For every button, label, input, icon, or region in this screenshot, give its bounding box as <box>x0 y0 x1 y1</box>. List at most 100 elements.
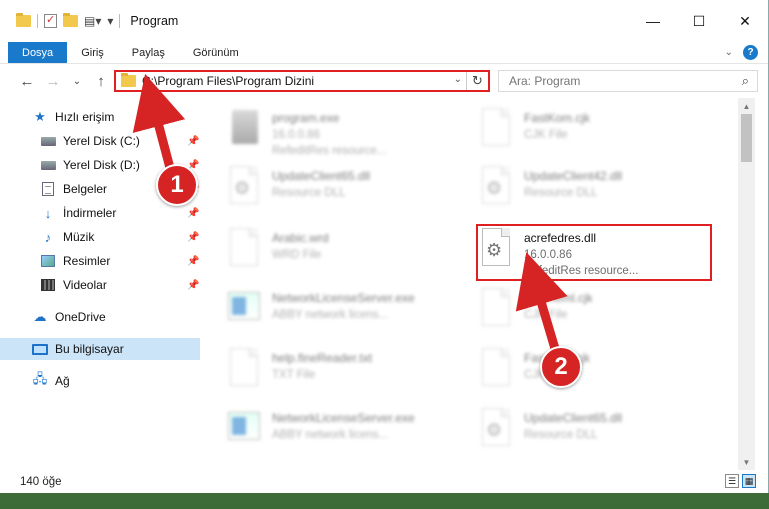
file-item[interactable]: FastKeml.cjk CJK File <box>474 286 724 342</box>
pin-icon[interactable]: 📌 <box>187 280 199 291</box>
minimize-icon[interactable]: — <box>630 0 676 42</box>
sidebar-item-network[interactable]: 🖧 Ağ <box>0 370 200 392</box>
view-switcher: ☰ ▦ <box>725 474 756 488</box>
music-icon: ♪ <box>44 229 52 245</box>
back-arrow-icon[interactable]: ← <box>16 73 38 90</box>
sidebar-item-onedrive[interactable]: ☁ OneDrive <box>0 306 200 328</box>
pin-icon[interactable]: 📌 <box>187 208 199 219</box>
sidebar-item-quick-access[interactable]: ★ Hızlı erişim <box>0 106 200 128</box>
search-icon[interactable]: ⌕ <box>742 73 749 89</box>
pin-icon[interactable]: 📌 <box>187 232 199 243</box>
sidebar-item-label: Hızlı erişim <box>55 110 115 124</box>
file-item[interactable]: Arabic.wrd WRD File <box>222 226 472 282</box>
cloud-icon: ☁ <box>33 309 47 324</box>
pictures-icon <box>40 254 56 268</box>
sidebar-item-label: Ağ <box>55 374 70 388</box>
sidebar-item-pictures[interactable]: Resimler 📌 <box>0 250 200 272</box>
recent-locations-icon[interactable]: ⌄ <box>66 76 88 87</box>
file-name: UpdateClient65.dll <box>272 169 371 183</box>
highlight-box <box>476 224 712 281</box>
disk-icon <box>40 134 56 148</box>
address-bar[interactable]: C:\Program Files\Program Dizini ⌄ ↻ <box>114 70 490 92</box>
search-box[interactable]: ⌕ <box>498 70 758 92</box>
view-options-icon[interactable]: ▤▾ <box>84 14 101 28</box>
file-name: NetworkLicenseServer.exe <box>272 411 415 425</box>
quick-access-toolbar: ▤▾ ▾ <box>16 13 121 28</box>
customize-toolbar-icon[interactable]: ▾ <box>107 14 113 28</box>
sidebar-item-downloads[interactable]: ↓ İndirmeler 📌 <box>0 202 200 224</box>
file-item[interactable]: NetworkLicenseServer.exe ABBY network li… <box>222 406 472 462</box>
help-icon[interactable]: ? <box>743 45 758 60</box>
details-view-icon[interactable]: ☰ <box>725 474 739 488</box>
expand-ribbon-icon[interactable]: ⌄ <box>725 47 733 58</box>
sidebar-item-disk-c[interactable]: Yerel Disk (C:) 📌 <box>0 130 200 152</box>
sidebar-item-label: İndirmeler <box>63 206 117 220</box>
maximize-icon[interactable]: ☐ <box>676 0 722 42</box>
window-controls: — ☐ ✕ <box>630 0 768 42</box>
file-name: Arabic.wrd <box>272 231 329 245</box>
sidebar-item-this-pc[interactable]: Bu bilgisayar <box>0 338 200 360</box>
file-item[interactable]: ⚙ UpdateClient65.dll Resource DLL <box>474 406 724 462</box>
up-arrow-icon[interactable]: ↑ <box>90 73 112 90</box>
item-count: 140 öğe <box>20 475 62 488</box>
file-name: UpdateClient42.dll <box>524 169 623 183</box>
file-type: Resource DLL <box>272 187 346 199</box>
file-name: NetworkLicenseServer.exe <box>272 291 415 305</box>
refresh-icon[interactable]: ↻ <box>466 72 488 90</box>
dll-gear-icon: ⚙ <box>234 178 251 198</box>
file-description: RefeditRes resource... <box>272 145 387 157</box>
file-item[interactable]: ⚙ UpdateClient42.dll Resource DLL <box>474 164 724 220</box>
file-name: help.fineReader.txt <box>272 351 373 365</box>
file-item[interactable]: NetworkLicenseServer.exe ABBY network li… <box>222 286 472 342</box>
vertical-scrollbar[interactable]: ▲ ▼ <box>738 98 755 470</box>
file-name: program.exe <box>272 111 340 125</box>
sidebar-item-videos[interactable]: Videolar 📌 <box>0 274 200 296</box>
file-version: 16.0.0.86 <box>272 129 320 141</box>
properties-icon[interactable] <box>44 13 57 28</box>
chevron-down-icon[interactable]: ⌄ <box>454 74 462 85</box>
file-item[interactable]: help.fineReader.txt TXT File <box>222 346 472 402</box>
file-description: ABBY network licens... <box>272 309 389 321</box>
sidebar-item-label: Yerel Disk (D:) <box>63 158 140 172</box>
navigation-pane: ★ Hızlı erişim Yerel Disk (C:) 📌 Yerel D… <box>0 100 210 468</box>
divider <box>119 14 121 28</box>
explorer-window: ▤▾ ▾ Program — ☐ ✕ Dosya Giriş Paylaş Gö… <box>0 0 769 493</box>
ribbon-right-controls: ⌄ ? <box>725 45 758 60</box>
file-name: UpdateClient65.dll <box>524 411 623 425</box>
file-name: FastKeml.cjk <box>524 291 593 305</box>
step-2-badge: 2 <box>540 346 582 388</box>
search-input[interactable] <box>509 74 729 88</box>
blank-file-icon <box>482 348 510 386</box>
blank-file-icon <box>482 288 510 326</box>
tiles-view-icon[interactable]: ▦ <box>742 474 756 488</box>
documents-icon <box>40 182 56 196</box>
file-item[interactable]: ⚙ UpdateClient65.dll Resource DLL <box>222 164 472 220</box>
sidebar-item-music[interactable]: ♪ Müzik 📌 <box>0 226 200 248</box>
scroll-thumb[interactable] <box>741 114 752 162</box>
dll-gear-icon: ⚙ <box>486 178 503 198</box>
file-item[interactable]: program.exe 16.0.0.86 RefeditRes resourc… <box>222 106 472 162</box>
scroll-down-icon[interactable]: ▼ <box>738 454 755 470</box>
network-icon: 🖧 <box>32 371 48 386</box>
file-item[interactable]: FastKom.cjk CJK File <box>474 346 724 402</box>
tab-file[interactable]: Dosya <box>8 42 68 63</box>
scroll-up-icon[interactable]: ▲ <box>738 98 755 114</box>
tab-share[interactable]: Paylaş <box>118 42 179 63</box>
address-path[interactable]: C:\Program Files\Program Dizini <box>142 74 314 88</box>
close-icon[interactable]: ✕ <box>722 0 768 42</box>
video-icon <box>40 278 56 292</box>
forward-arrow-icon[interactable]: → <box>42 73 64 90</box>
tab-home[interactable]: Giriş <box>67 42 118 63</box>
disk-icon <box>40 158 56 172</box>
pin-icon[interactable]: 📌 <box>187 256 199 267</box>
pin-icon[interactable]: 📌 <box>187 136 199 147</box>
tab-view[interactable]: Görünüm <box>179 42 253 63</box>
ribbon-tabs: Dosya Giriş Paylaş Görünüm ⌄ ? <box>0 42 768 64</box>
title-bar: ▤▾ ▾ Program — ☐ ✕ <box>0 0 768 42</box>
file-description: ABBY network licens... <box>272 429 389 441</box>
divider <box>37 14 38 28</box>
file-item[interactable]: FastKom.cjk CJK File <box>474 106 724 162</box>
new-folder-icon[interactable] <box>63 13 78 27</box>
sidebar-item-label: OneDrive <box>55 310 106 324</box>
folder-icon <box>121 73 136 87</box>
